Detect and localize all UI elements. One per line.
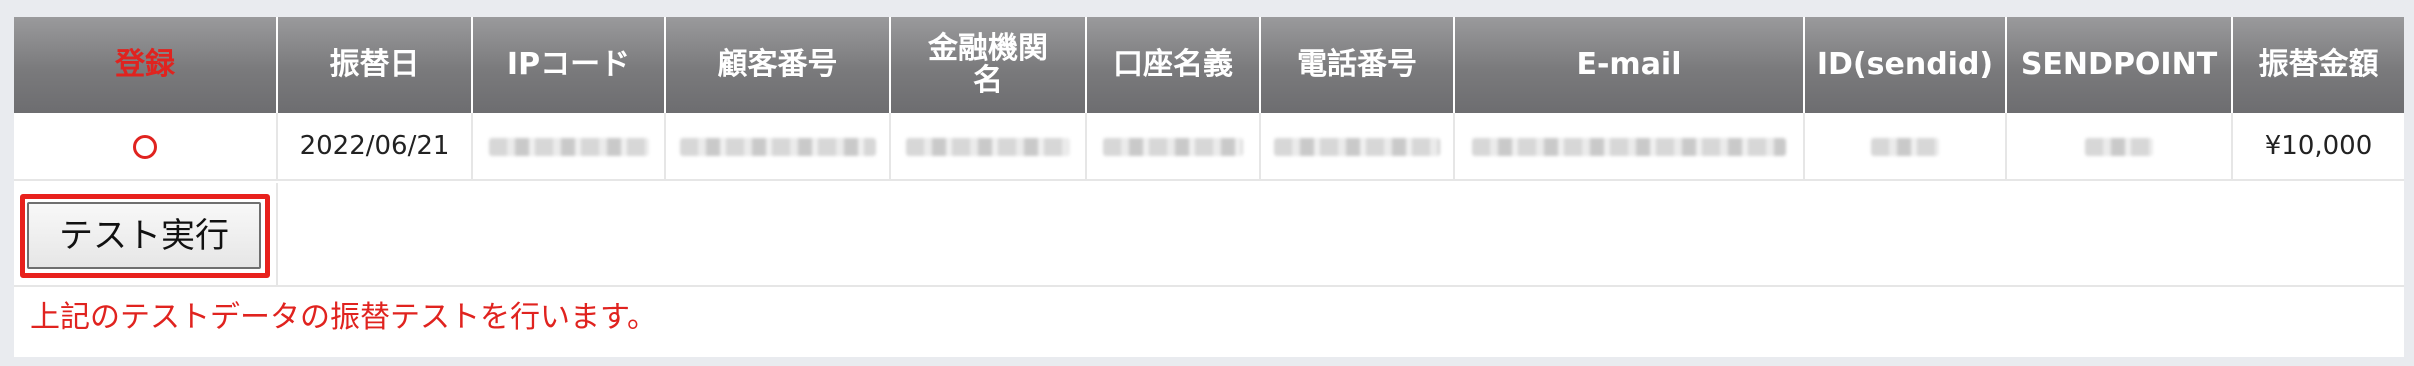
registered-circle-icon [133, 134, 157, 159]
cell-bank-name [890, 113, 1087, 181]
cell-phone [1260, 113, 1455, 181]
cell-sendid [1804, 113, 2007, 181]
cell-account-name [1086, 113, 1261, 181]
redacted-bank-name [906, 137, 1070, 156]
header-sendid: ID(sendid) [1804, 17, 2007, 113]
cell-transfer-date: 2022/06/21 [277, 113, 473, 181]
redacted-customer-number [679, 137, 876, 156]
cell-email [1454, 113, 1805, 181]
cell-customer-number [665, 113, 891, 181]
cell-register [14, 113, 278, 181]
header-ip-code: IPコード [472, 17, 666, 113]
redacted-phone [1274, 137, 1440, 156]
cell-sendpoint [2006, 113, 2233, 181]
redacted-sendid [1871, 137, 1939, 156]
redacted-sendpoint [2085, 137, 2153, 156]
redacted-account-name [1103, 137, 1243, 156]
header-sendpoint: SENDPOINT [2006, 17, 2233, 113]
cell-amount: ¥10,000 [2232, 113, 2404, 181]
table-header-row: 登録 振替日 IPコード 顧客番号 金融機関名 口座名義 電話番号 E-mail… [14, 17, 2404, 113]
table-row: 2022/06/21 ¥10,000 [14, 113, 2404, 181]
transfer-data-table: 登録 振替日 IPコード 顧客番号 金融機関名 口座名義 電話番号 E-mail… [14, 17, 2404, 181]
header-customer-number: 顧客番号 [665, 17, 891, 113]
header-bank-name-label: 金融機関名 [928, 31, 1048, 98]
test-action-row: テスト実行 [14, 183, 2404, 287]
cell-ip-code [472, 113, 666, 181]
header-email: E-mail [1454, 17, 1805, 113]
test-note: 上記のテストデータの振替テストを行います。 [30, 300, 657, 335]
redacted-email [1472, 137, 1786, 156]
header-bank-name: 金融機関名 [890, 17, 1087, 113]
header-phone: 電話番号 [1260, 17, 1455, 113]
header-amount: 振替金額 [2232, 17, 2404, 113]
transfer-test-panel: 登録 振替日 IPコード 顧客番号 金融機関名 口座名義 電話番号 E-mail… [14, 17, 2404, 357]
header-register: 登録 [14, 17, 278, 113]
test-run-button[interactable]: テスト実行 [27, 202, 261, 269]
header-account-name: 口座名義 [1086, 17, 1261, 113]
cell-divider [276, 183, 278, 285]
redacted-ip-code [488, 137, 649, 156]
header-transfer-date: 振替日 [277, 17, 473, 113]
